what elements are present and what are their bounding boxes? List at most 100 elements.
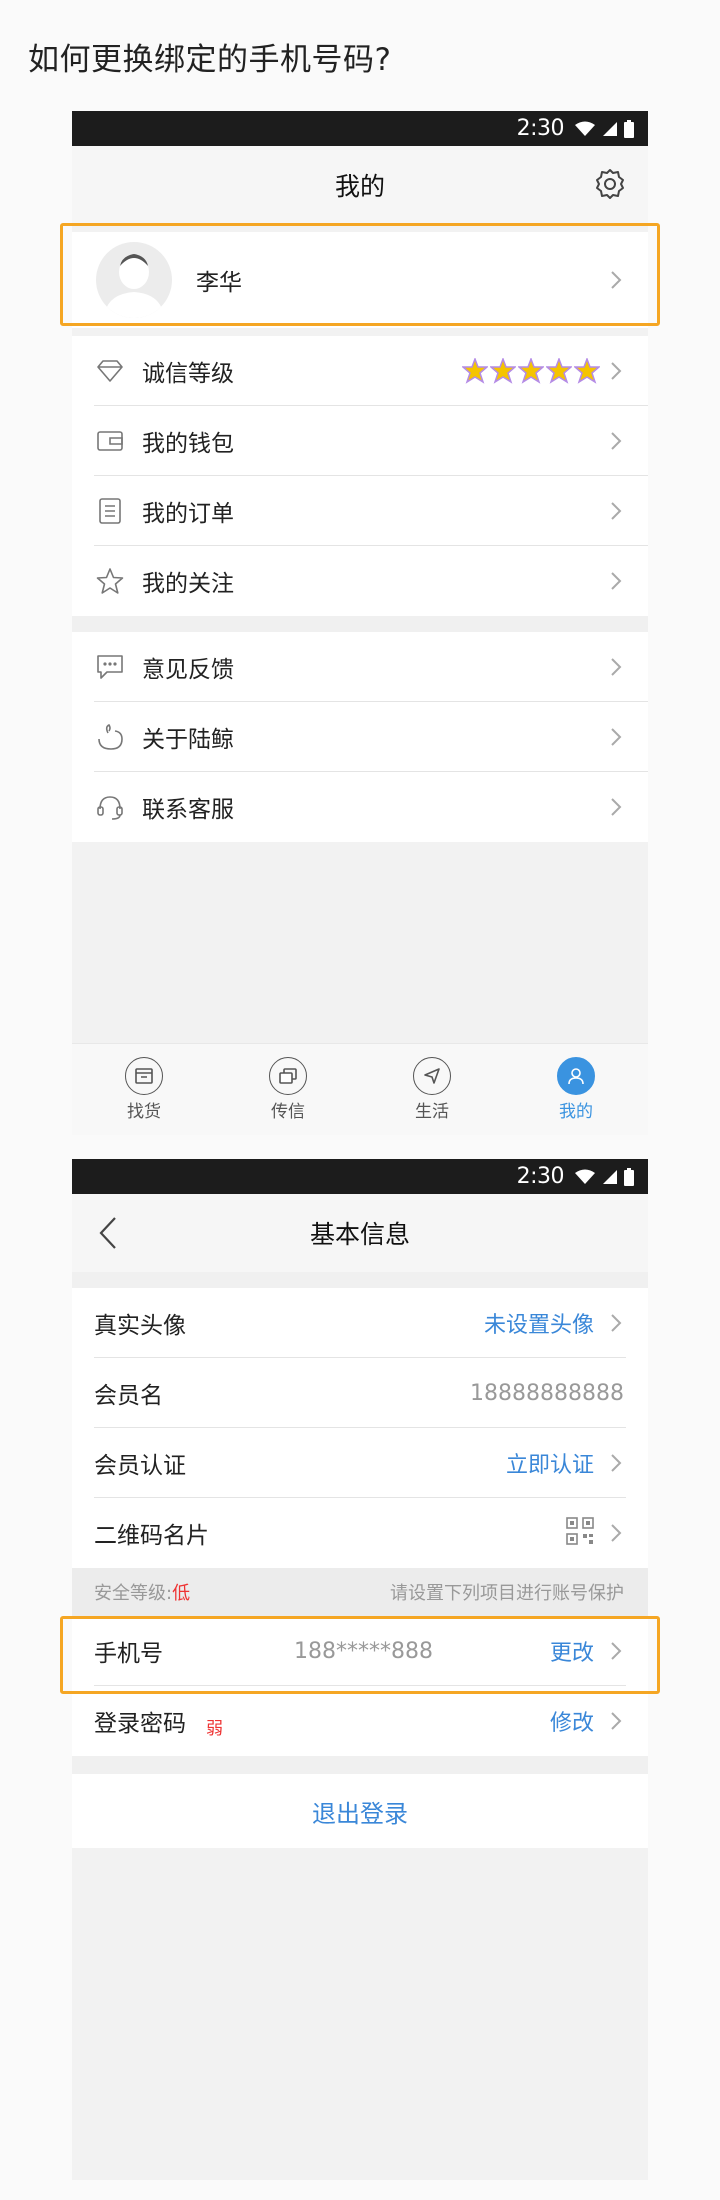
headset-icon [94,791,126,823]
chevron-right-icon [610,1522,624,1544]
chevron-right-icon [610,1640,624,1662]
message-icon [269,1057,307,1095]
menu-group-1: 诚信等级 我的钱包 我的订单 我的关注 [72,336,648,616]
navbar: 我的 [72,146,648,224]
compass-arrow-icon [413,1057,451,1095]
chevron-right-icon [610,269,624,291]
change-phone-link[interactable]: 更改 [550,1635,594,1667]
info-row-qr-card[interactable]: 二维码名片 [72,1498,648,1568]
chevron-right-icon [610,430,624,452]
back-arrow-icon[interactable] [90,1212,126,1254]
logout-button[interactable]: 退出登录 [72,1774,648,1848]
menu-item-label: 诚信等级 [142,361,234,387]
phone-number: 188*****888 [294,1638,433,1664]
info-row-value: 未设置头像 [483,1313,594,1338]
tab-me[interactable]: 我的 [504,1044,648,1135]
info-row-label: 二维码名片 [94,1523,209,1549]
chevron-right-icon [610,1710,624,1732]
security-level-bar: 安全等级:低 请设置下列项目进行账号保护 [72,1568,648,1616]
menu-item-feedback[interactable]: 意见反馈 [72,632,648,702]
info-row-label: 会员名 [94,1383,163,1409]
tab-label: 找货 [127,1102,161,1122]
status-time: 2:30 [516,1164,565,1189]
info-row-phone[interactable]: 手机号 188*****888 更改 [72,1616,648,1686]
chevron-right-icon [610,656,624,678]
menu-item-label: 关于陆鲸 [142,727,234,753]
wifi-icon [574,121,596,137]
order-list-icon [94,495,126,527]
wifi-icon [574,1169,596,1185]
tab-find-cargo[interactable]: 找货 [72,1044,216,1135]
signal-icon [602,1169,618,1185]
menu-item-label: 我的订单 [142,501,234,527]
feedback-bubble-icon [94,651,126,683]
change-password-link[interactable]: 修改 [550,1705,594,1737]
chevron-right-icon [610,1452,624,1474]
spacer [72,1272,648,1288]
info-row-password[interactable]: 登录密码 弱 修改 [72,1686,648,1756]
bottom-tab-bar: 找货 传信 生活 我的 [72,1043,648,1135]
page-title: 基本信息 [309,1220,410,1249]
info-row-value: 18888888888 [470,1380,624,1406]
cargo-box-icon [125,1057,163,1095]
status-bar: 2:30 [72,111,648,146]
battery-icon [624,1167,634,1186]
info-row-verification[interactable]: 会员认证 立即认证 [72,1428,648,1498]
menu-item-wallet[interactable]: 我的钱包 [72,406,648,476]
profile-row[interactable]: 李华 [72,232,648,328]
spacer [72,616,648,632]
credit-stars [462,358,600,384]
diamond-icon [94,355,126,387]
navbar: 基本信息 [72,1194,648,1272]
tab-label: 传信 [271,1102,305,1122]
password-label: 登录密码 [94,1711,186,1737]
person-icon [557,1057,595,1095]
menu-item-orders[interactable]: 我的订单 [72,476,648,546]
phone-label: 手机号 [94,1641,163,1667]
qr-code-icon [566,1517,594,1549]
menu-item-credit[interactable]: 诚信等级 [72,336,648,406]
chevron-right-icon [610,1312,624,1334]
page-heading: 如何更换绑定的手机号码? [28,42,392,78]
credit-star-icon [490,358,516,384]
menu-item-follows[interactable]: 我的关注 [72,546,648,616]
status-time: 2:30 [516,116,565,141]
chevron-right-icon [610,796,624,818]
chevron-right-icon [610,500,624,522]
credit-star-icon [518,358,544,384]
info-row-label: 会员认证 [94,1453,186,1479]
chevron-right-icon [610,570,624,592]
menu-item-about[interactable]: 关于陆鲸 [72,702,648,772]
menu-item-label: 我的关注 [142,571,234,597]
info-row-member-name: 会员名 18888888888 [72,1358,648,1428]
info-row-avatar[interactable]: 真实头像 未设置头像 [72,1288,648,1358]
credit-star-icon [546,358,572,384]
menu-group-2: 意见反馈 关于陆鲸 联系客服 [72,632,648,842]
info-row-value: 立即认证 [505,1453,594,1478]
star-outline-icon [94,565,126,597]
settings-gear-icon[interactable] [592,166,628,202]
spacer [72,1756,648,1774]
menu-item-label: 联系客服 [142,797,234,823]
credit-star-icon [574,358,600,384]
phone-screen-basic-info: 2:30 基本信息 真实头像 未设置头像 会员名 18888888888 会员认… [72,1159,648,2180]
chevron-right-icon [610,726,624,748]
security-level-label: 安全等级:低 [94,1579,190,1605]
credit-star-icon [462,358,488,384]
phone-screen-my: 2:30 我的 李华 诚信等级 我的钱包 我的订单 我的关注 意见反馈 关于陆鲸… [72,111,648,1135]
whale-icon [94,721,126,753]
info-row-label: 真实头像 [94,1313,186,1339]
tab-label: 生活 [415,1102,449,1122]
password-strength: 弱 [206,1719,223,1739]
tab-life[interactable]: 生活 [360,1044,504,1135]
page-title: 我的 [334,172,385,201]
signal-icon [602,121,618,137]
tab-label: 我的 [559,1102,593,1122]
chevron-right-icon [610,360,624,382]
menu-item-support[interactable]: 联系客服 [72,772,648,842]
tab-message[interactable]: 传信 [216,1044,360,1135]
wallet-icon [94,425,126,457]
menu-item-label: 我的钱包 [142,431,234,457]
